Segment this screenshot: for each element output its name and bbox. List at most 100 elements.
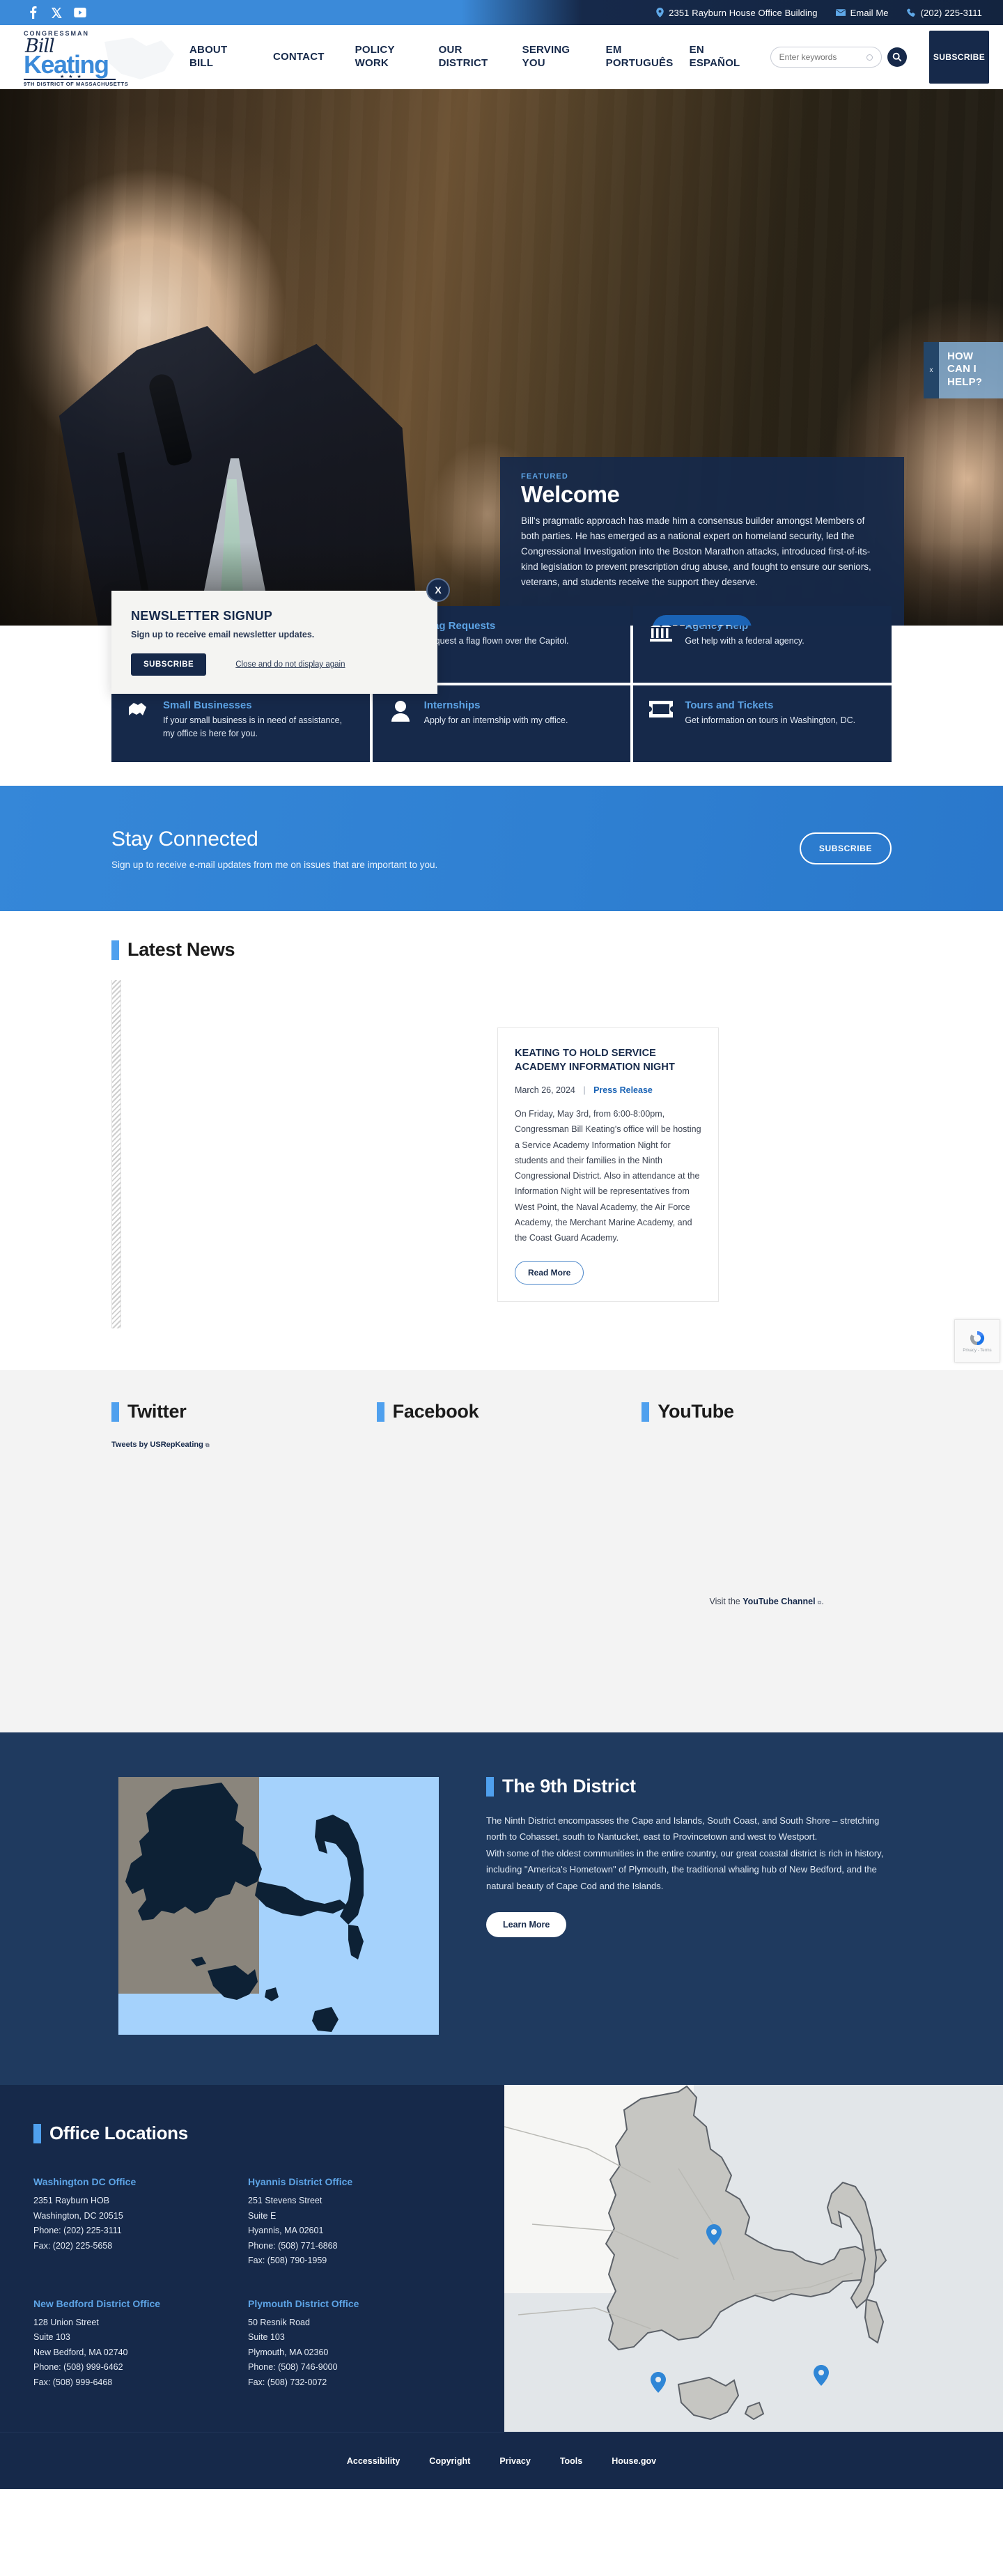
map-pin-hyannis[interactable] [814, 2365, 829, 2386]
ninth-district-section: The 9th District The Ninth District enco… [0, 1732, 1003, 2085]
featured-read-more-button[interactable]: READ MORE [653, 614, 752, 626]
recaptcha-text: Privacy - Terms [963, 1349, 992, 1353]
news-card-date: March 26, 2024 [515, 1085, 575, 1095]
utility-bar: 2351 Rayburn House Office Building Email… [0, 0, 1003, 25]
office-line: New Bedford, MA 02740 [33, 2347, 128, 2357]
phone-link[interactable]: (202) 225-3111 [906, 7, 982, 18]
news-card-separator: | [583, 1085, 586, 1095]
facebook-heading: Facebook [376, 1401, 627, 1422]
office-name[interactable]: Hyannis District Office [248, 2176, 451, 2187]
recaptcha-icon [970, 1331, 984, 1345]
nav-item-contact[interactable]: CONTACT [258, 51, 340, 64]
facebook-icon[interactable] [26, 6, 39, 19]
site-logo[interactable]: CONGRESSMAN Bill Keating ★ ★ ★ 9TH DISTR… [0, 25, 174, 89]
featured-card: FEATURED Welcome Bill's pragmatic approa… [500, 457, 904, 626]
help-tab-close-button[interactable]: x [924, 342, 939, 398]
phone-text: (202) 225-3111 [920, 7, 982, 18]
office-name[interactable]: Plymouth District Office [248, 2298, 451, 2309]
twitter-heading: Twitter [111, 1401, 361, 1422]
offices-grid: Washington DC Office 2351 Rayburn HOB Wa… [33, 2176, 451, 2390]
featured-body: Bill's pragmatic approach has made him a… [521, 515, 871, 587]
latest-news-section: Latest News KEATING TO HOLD SERVICE ACAD… [0, 911, 1003, 1370]
latest-news-title: Latest News [127, 939, 235, 960]
nav-item-our-district[interactable]: OUR DISTRICT [423, 44, 507, 70]
map-pin-plymouth[interactable] [706, 2224, 722, 2245]
footer-link-tools[interactable]: Tools [560, 2456, 582, 2466]
nav-item-serving-you[interactable]: SERVING YOU [507, 44, 591, 70]
office-address-text: 2351 Rayburn House Office Building [669, 7, 818, 18]
help-tab-label[interactable]: HOW CAN I HELP? [939, 342, 1003, 398]
stay-connected-subscribe-button[interactable]: SUBSCRIBE [799, 832, 892, 864]
newsletter-close-button[interactable]: X [426, 578, 450, 602]
social-feeds-section: Twitter Tweets by USRepKeating ⧉ Facebook… [0, 1370, 1003, 1732]
footer-link-privacy[interactable]: Privacy [499, 2456, 530, 2466]
office-name[interactable]: New Bedford District Office [33, 2298, 237, 2309]
office-line: Washington, DC 20515 [33, 2210, 123, 2221]
hero-section: x HOW CAN I HELP? FEATURED Welcome Bill'… [0, 89, 1003, 626]
search-field-wrapper[interactable] [770, 47, 882, 68]
featured-title: Welcome [521, 481, 620, 507]
search-area [770, 47, 907, 68]
office-line: Phone: (508) 999-6462 [33, 2362, 123, 2372]
footer-link-copyright[interactable]: Copyright [429, 2456, 470, 2466]
search-icon [892, 52, 901, 62]
newsletter-subtitle: Sign up to receive email newsletter upda… [131, 630, 315, 639]
news-card[interactable]: KEATING TO HOLD SERVICE ACADEMY INFORMAT… [497, 1027, 719, 1303]
office-line: 128 Union Street [33, 2317, 99, 2327]
newsletter-actions: SUBSCRIBE Close and do not display again [131, 653, 418, 676]
district-learn-more-button[interactable]: Learn More [486, 1911, 567, 1937]
facebook-title: Facebook [392, 1401, 479, 1422]
youtube-visit-row: Visit the YouTube Channel ⧉. [642, 1597, 892, 1606]
news-card-category[interactable]: Press Release [593, 1085, 653, 1095]
quicklink-internships[interactable]: Internships Apply for an internship with… [372, 685, 631, 762]
nav-item-policy-work[interactable]: POLICY WORK [340, 44, 423, 70]
news-card-read-more-button[interactable]: Read More [515, 1261, 584, 1285]
map-pin-new-bedford[interactable] [651, 2372, 666, 2393]
office-line: Fax: (508) 732-0072 [248, 2377, 327, 2387]
district-heading: The 9th District [486, 1776, 892, 1797]
nav-item-em-portugues[interactable]: EM PORTUGUÊS [591, 44, 674, 70]
youtube-channel-link[interactable]: YouTube Channel [742, 1597, 815, 1606]
news-carousel-rail[interactable] [111, 980, 121, 1328]
office-line: Suite E [248, 2210, 277, 2221]
district-map-shape [125, 1783, 364, 2032]
nav-item-about-bill[interactable]: ABOUT BILL [174, 44, 258, 70]
x-twitter-icon[interactable] [50, 6, 63, 19]
newsletter-title: NEWSLETTER SIGNUP [131, 609, 273, 623]
search-input[interactable] [779, 52, 866, 62]
office-line: Fax: (202) 225-5658 [33, 2240, 113, 2251]
office-address-link[interactable]: 2351 Rayburn House Office Building [656, 7, 818, 18]
nav-item-en-espanol[interactable]: EN ESPAÑOL [674, 44, 758, 70]
office-name[interactable]: Washington DC Office [33, 2176, 237, 2187]
office-locations-map[interactable] [504, 2085, 1003, 2432]
quicklink-small-businesses[interactable]: Small Businesses If your small business … [111, 685, 370, 762]
how-can-i-help-tab[interactable]: x HOW CAN I HELP? [924, 342, 1003, 398]
stay-connected-title: Stay Connected [111, 827, 258, 851]
youtube-icon[interactable] [74, 6, 86, 19]
handshake-icon [127, 699, 152, 726]
twitter-title: Twitter [127, 1401, 187, 1422]
youtube-title: YouTube [658, 1401, 734, 1422]
quicklink-tours-tickets[interactable]: Tours and Tickets Get information on tou… [633, 685, 892, 762]
footer-link-house-gov[interactable]: House.gov [612, 2456, 656, 2466]
tweets-by-link[interactable]: Tweets by USRepKeating ⧉ [111, 1441, 210, 1449]
office-plymouth: Plymouth District Office 50 Resnik Road … [248, 2298, 451, 2391]
news-card-meta: March 26, 2024 | Press Release [515, 1085, 701, 1095]
quicklink-title: Internships [423, 699, 481, 711]
heading-accent-bar [486, 1776, 494, 1797]
quicklink-title: Tours and Tickets [685, 699, 774, 711]
featured-button-row: READ MORE [521, 603, 883, 626]
newsletter-dismiss-link[interactable]: Close and do not display again [235, 660, 345, 669]
office-line: Fax: (508) 790-1959 [248, 2256, 327, 2265]
newsletter-subscribe-button[interactable]: SUBSCRIBE [131, 653, 207, 676]
recaptcha-badge[interactable]: Privacy - Terms [954, 1319, 1000, 1363]
search-submit-button[interactable] [887, 47, 907, 67]
footer-link-accessibility[interactable]: Accessibility [347, 2456, 400, 2466]
office-line: Phone: (202) 225-3111 [33, 2226, 122, 2235]
heading-accent-bar [376, 1402, 384, 1422]
voice-search-icon[interactable] [866, 54, 873, 61]
email-link[interactable]: Email Me [835, 8, 889, 18]
quicklink-title: Small Businesses [163, 699, 252, 711]
envelope-icon [835, 8, 846, 17]
header-subscribe-button[interactable]: SUBSCRIBE [929, 31, 989, 84]
